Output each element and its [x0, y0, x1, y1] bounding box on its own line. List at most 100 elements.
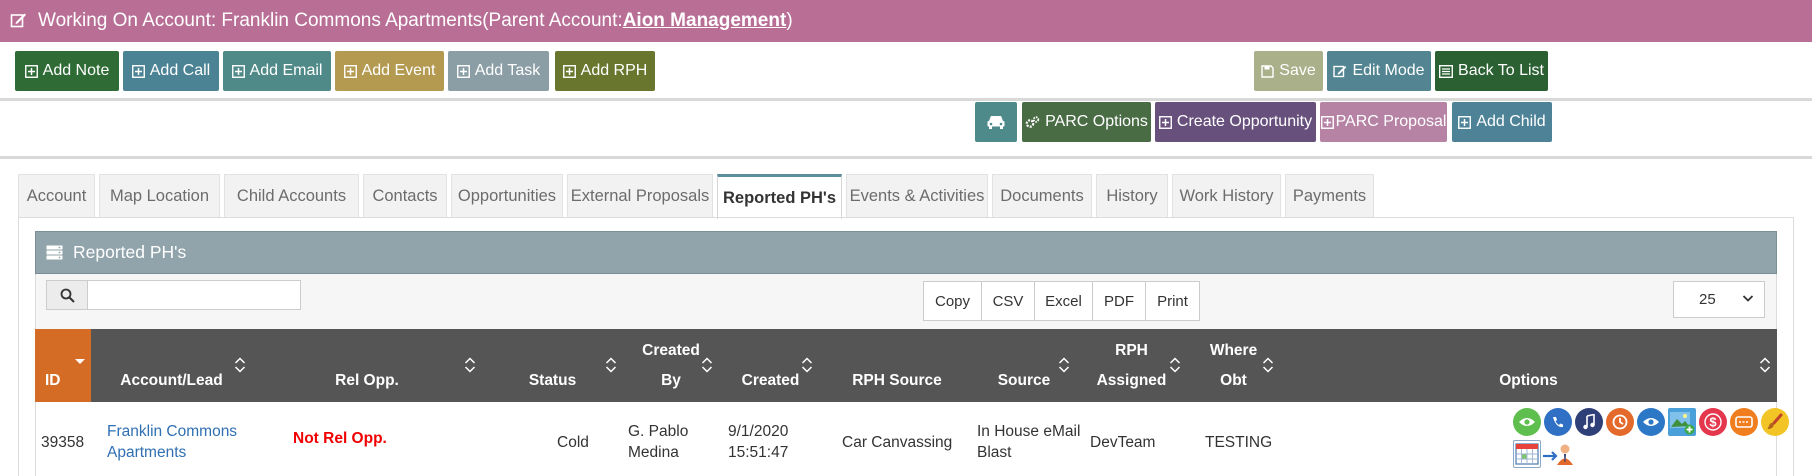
title-prefix: Working On Account: Franklin Commons Apa…	[38, 10, 623, 31]
sort-icon	[464, 356, 476, 374]
search-button[interactable]	[46, 280, 88, 310]
excel-button[interactable]: Excel	[1035, 282, 1093, 320]
add-event-label: Add Event	[361, 62, 436, 79]
sort-icon	[1262, 356, 1274, 374]
brush-icon[interactable]	[1761, 408, 1789, 436]
history-icon[interactable]	[1606, 408, 1634, 436]
column-header-rel-opp[interactable]: Rel Opp.	[252, 329, 482, 402]
parc-options-label: PARC Options	[1045, 113, 1148, 130]
music-icon[interactable]	[1575, 408, 1603, 436]
column-header-created-by[interactable]: Created By	[623, 329, 719, 402]
floppy-disk-icon	[1261, 64, 1274, 78]
back-to-list-label: Back To List	[1458, 62, 1544, 79]
add-note-button[interactable]: Add Note	[15, 51, 119, 91]
server-icon	[46, 245, 63, 260]
tab-map-location[interactable]: Map Location	[99, 174, 220, 217]
add-image-icon[interactable]	[1668, 408, 1696, 436]
title-suffix: )	[786, 10, 793, 31]
chevron-down-icon	[1742, 292, 1754, 304]
account-link[interactable]: Franklin Commons Apartments	[107, 423, 237, 461]
column-header-id[interactable]: ID	[35, 329, 91, 402]
action-toolbar: Add Note Add Call Add Email Add Event Ad…	[0, 42, 1812, 101]
create-opportunity-label: Create Opportunity	[1176, 113, 1313, 130]
add-rph-label: Add RPH	[580, 62, 648, 79]
cell-rph-source: Car Canvassing	[842, 434, 953, 451]
tab-account[interactable]: Account	[18, 174, 95, 217]
add-rph-button[interactable]: Add RPH	[555, 51, 655, 91]
sort-icon	[1058, 356, 1070, 374]
add-task-label: Add Task	[474, 62, 541, 79]
csv-button[interactable]: CSV	[982, 282, 1035, 320]
tab-opportunities[interactable]: Opportunities	[451, 174, 563, 217]
eye-icon[interactable]	[1637, 408, 1665, 436]
column-header-where-obt[interactable]: Where Obt	[1187, 329, 1280, 402]
plus-square-icon	[24, 64, 38, 78]
telephone-icon[interactable]	[1544, 408, 1572, 436]
column-header-status[interactable]: Status	[482, 329, 623, 402]
view-icon[interactable]	[1513, 408, 1541, 436]
tab-contacts[interactable]: Contacts	[363, 174, 447, 217]
page-size-value: 25	[1699, 291, 1716, 308]
svg-text:$: $	[1709, 415, 1717, 430]
column-header-account-lead[interactable]: Account/Lead	[91, 329, 252, 402]
add-event-button[interactable]: Add Event	[335, 51, 444, 91]
car-button[interactable]	[975, 102, 1017, 142]
table-body: 39358 Franklin Commons Apartments Not Rel…	[35, 402, 1789, 476]
column-header-rph-source[interactable]: RPH Source	[822, 329, 972, 402]
row-options: $	[1513, 408, 1793, 476]
panel-title: Reported PH's	[73, 242, 187, 262]
tab-reported-phs[interactable]: Reported PH's	[717, 174, 842, 219]
column-header-source[interactable]: Source	[972, 329, 1076, 402]
add-email-label: Add Email	[249, 62, 323, 79]
back-to-list-button[interactable]: Back To List	[1435, 51, 1548, 91]
pdf-button[interactable]: PDF	[1093, 282, 1146, 320]
cell-created: 9/1/2020 15:51:47	[728, 423, 789, 461]
parc-proposal-button[interactable]: PARC Proposal	[1320, 102, 1447, 142]
tab-external-proposals[interactable]: External Proposals	[567, 174, 713, 217]
tab-work-history[interactable]: Work History	[1172, 174, 1281, 217]
copy-button[interactable]: Copy	[924, 282, 982, 320]
account-title-bar: Working On Account: Franklin Commons Apa…	[0, 0, 1812, 42]
plus-square-icon	[231, 64, 245, 78]
add-call-button[interactable]: Add Call	[123, 51, 219, 91]
save-label: Save	[1279, 62, 1316, 79]
parc-options-button[interactable]: PARC Options	[1022, 102, 1151, 142]
edit-icon	[10, 12, 28, 30]
dollar-icon[interactable]: $	[1699, 408, 1727, 436]
add-child-button[interactable]: Add Child	[1452, 102, 1552, 142]
plus-square-icon	[131, 64, 145, 78]
add-email-button[interactable]: Add Email	[223, 51, 331, 91]
assign-user-icon[interactable]	[1541, 440, 1577, 468]
sort-icon	[1169, 356, 1181, 374]
page-size-select[interactable]: 25	[1673, 281, 1765, 318]
tab-documents[interactable]: Documents	[992, 174, 1092, 217]
add-task-button[interactable]: Add Task	[448, 51, 549, 91]
ticket-icon[interactable]	[1730, 408, 1758, 436]
edit-mode-button[interactable]: Edit Mode	[1327, 51, 1431, 91]
parc-proposal-label: PARC Proposal	[1335, 113, 1447, 130]
column-header-rph-assigned[interactable]: RPH Assigned	[1076, 329, 1187, 402]
list-icon	[1439, 64, 1454, 78]
create-opportunity-button[interactable]: Create Opportunity	[1155, 102, 1316, 142]
search-input[interactable]	[87, 280, 301, 310]
sort-desc-icon	[74, 355, 86, 367]
parent-account-link[interactable]: Aion Management	[623, 10, 787, 32]
secondary-action-toolbar: PARC Options Create Opportunity PARC Pro…	[0, 102, 1812, 159]
table-toolbar: Copy CSV Excel PDF Print 25	[35, 274, 1777, 329]
column-header-created[interactable]: Created	[719, 329, 822, 402]
plus-square-icon	[1320, 115, 1334, 129]
tab-history[interactable]: History	[1096, 174, 1168, 217]
calendar-icon[interactable]	[1513, 440, 1541, 468]
column-header-options[interactable]: Options	[1280, 329, 1777, 402]
tab-payments[interactable]: Payments	[1285, 174, 1374, 217]
plus-square-icon	[343, 64, 357, 78]
plus-square-icon	[1458, 115, 1472, 129]
cell-id: 39358	[41, 434, 85, 451]
gears-icon	[1025, 115, 1040, 129]
save-button[interactable]: Save	[1254, 51, 1323, 91]
print-button[interactable]: Print	[1146, 282, 1199, 320]
panel-header: Reported PH's	[35, 231, 1777, 274]
tab-child-accounts[interactable]: Child Accounts	[224, 174, 359, 217]
sort-icon	[1759, 356, 1771, 374]
tab-events-activities[interactable]: Events & Activities	[846, 174, 988, 217]
